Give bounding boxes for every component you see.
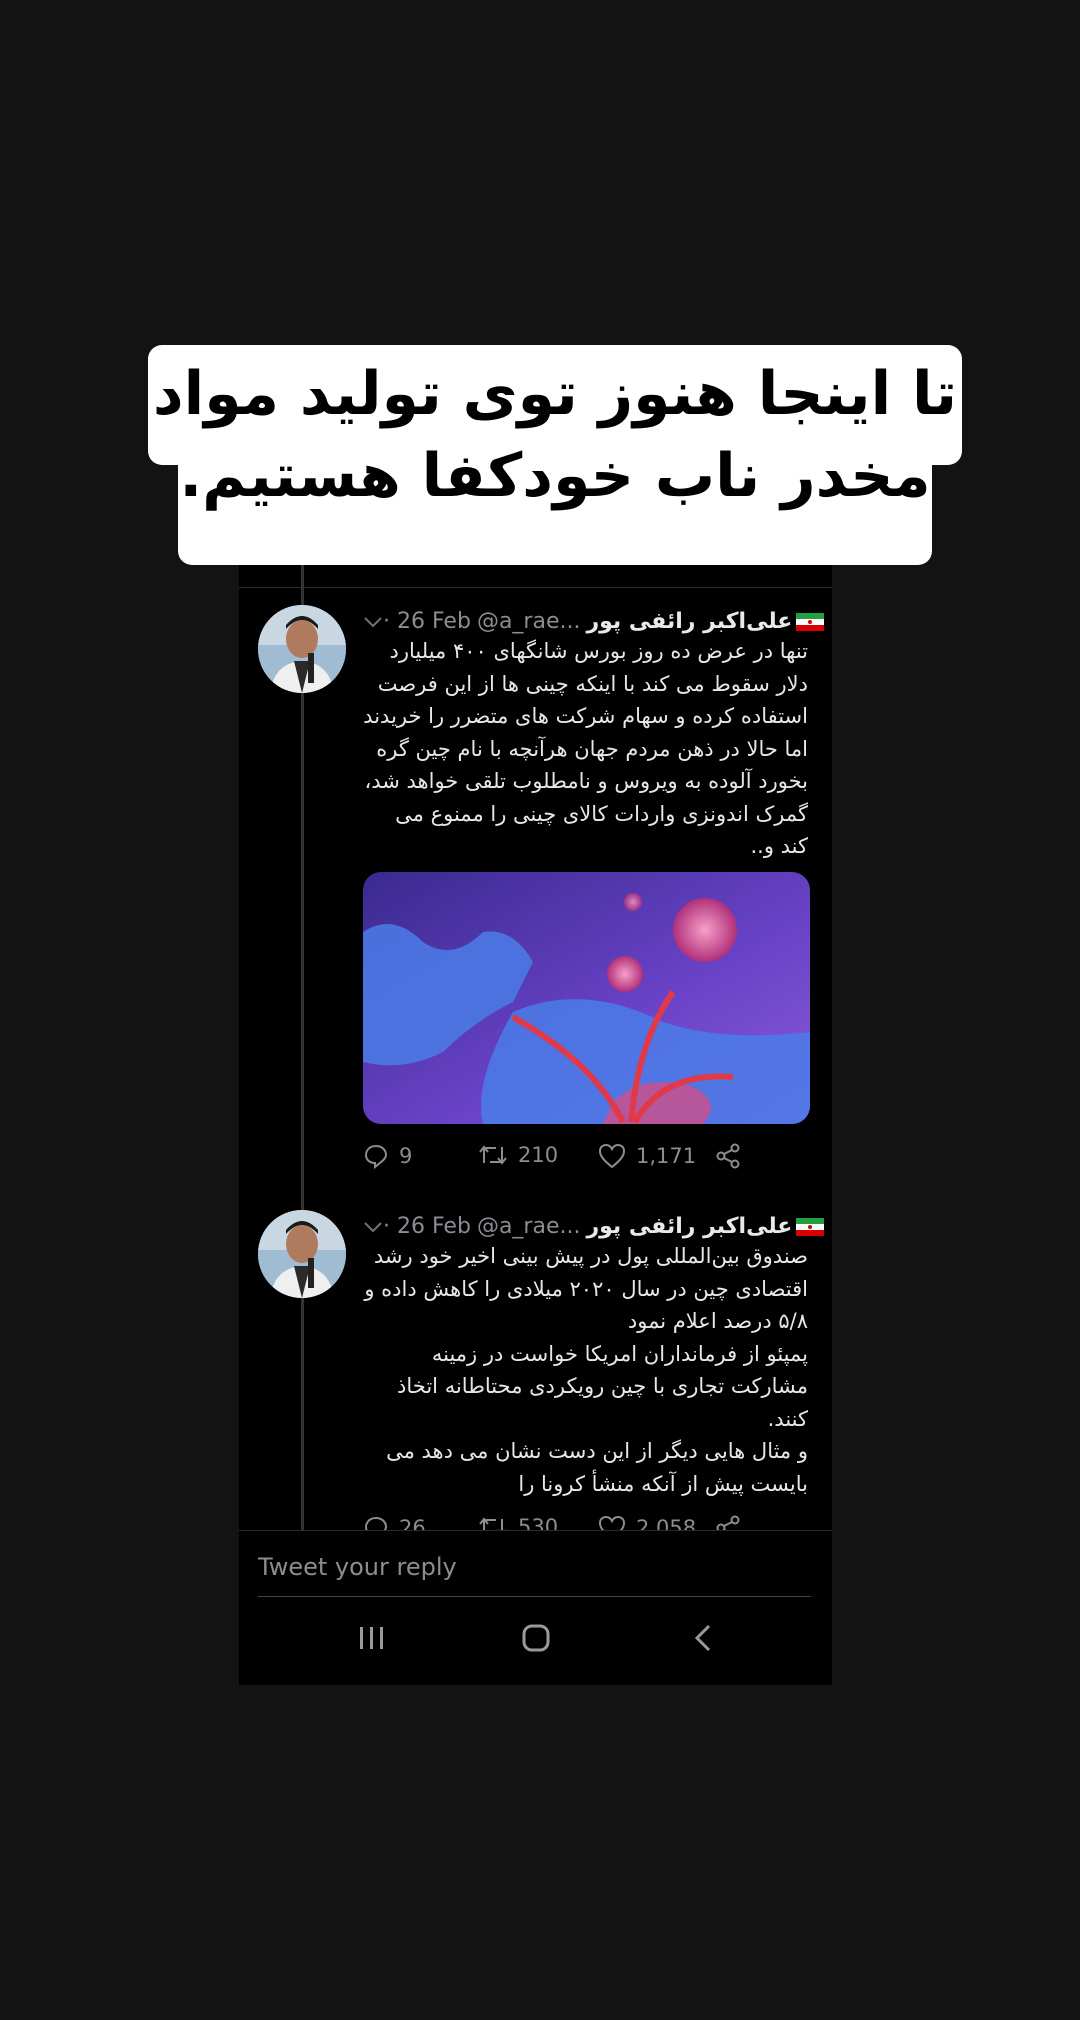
phone-screen: · 26 Feb @a_rae... علی‌اکبر رائفی پور تن…: [239, 565, 832, 1685]
tweet-text: صندوق بین‌المللی پول در پیش بینی اخیر خو…: [364, 1244, 808, 1496]
retweet-button[interactable]: 210: [478, 1143, 558, 1167]
avatar[interactable]: [258, 1210, 346, 1298]
tweet-actions: 9 210 1,171: [363, 1143, 763, 1173]
recent-apps-icon[interactable]: [357, 1623, 387, 1657]
home-icon[interactable]: [521, 1623, 551, 1657]
tweet-handle[interactable]: @a_rae...: [477, 1214, 581, 1239]
caption-overlay: تا اینجا هنوز توی تولید مواد مخدر ناب خو…: [148, 345, 962, 565]
reply-underline: [258, 1596, 811, 1597]
tweet-date: · 26 Feb: [383, 608, 471, 634]
chevron-down-icon[interactable]: [363, 609, 383, 634]
reply-bar: Tweet your reply: [239, 1530, 832, 1685]
author-name[interactable]: علی‌اکبر رائفی پور: [586, 609, 792, 634]
reply-input[interactable]: Tweet your reply: [258, 1553, 457, 1581]
top-divider: [239, 587, 832, 588]
thread-line: [301, 565, 304, 1530]
retweet-count: 210: [518, 1143, 559, 1167]
share-button[interactable]: [715, 1143, 741, 1169]
tweet-text: تنها در عرض ده روز بورس شانگهای ۴۰۰ میلی…: [363, 639, 808, 858]
caption-text: تا اینجا هنوز توی تولید مواد مخدر ناب خو…: [152, 359, 958, 511]
like-icon: [598, 1143, 626, 1169]
tweet-image[interactable]: [363, 872, 810, 1124]
avatar[interactable]: [258, 605, 346, 693]
like-count: 1,171: [636, 1144, 697, 1168]
reply-icon: [364, 1144, 388, 1169]
like-button[interactable]: 1,171: [598, 1143, 696, 1169]
tweet-header: · 26 Feb @a_rae... علی‌اکبر رائفی پور: [363, 1210, 825, 1242]
share-icon: [716, 1143, 740, 1169]
iran-flag-icon: [796, 1217, 825, 1236]
tweet-handle[interactable]: @a_rae...: [477, 609, 581, 634]
back-icon[interactable]: [689, 1623, 719, 1657]
iran-flag-icon: [796, 612, 825, 631]
reply-button[interactable]: 9: [363, 1143, 412, 1169]
author-name[interactable]: علی‌اکبر رائفی پور: [586, 1214, 792, 1239]
chevron-down-icon[interactable]: [363, 1214, 383, 1239]
reply-count: 9: [399, 1144, 413, 1168]
retweet-icon: [479, 1145, 507, 1165]
tweet-header: · 26 Feb @a_rae... علی‌اکبر رائفی پور: [363, 605, 825, 637]
tweet-date: · 26 Feb: [383, 1213, 471, 1239]
